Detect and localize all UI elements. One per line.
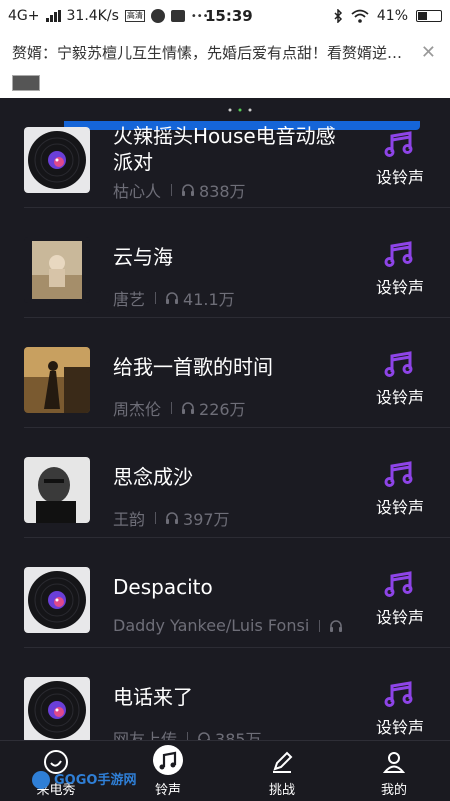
headphone-icon [165,291,179,305]
song-meta: 唐艺 41.1万 [113,286,235,310]
set-ringtone-button[interactable]: 设铃声 [370,460,430,520]
list-item[interactable]: 思念成沙 王韵 397万 设铃声 [0,428,450,538]
headphone-icon [165,511,179,525]
vinyl-cover-icon [24,677,90,740]
tab-label[interactable]: 我的 [338,779,450,798]
music-note-icon [384,351,413,377]
song-artist: 王韵 [113,510,146,529]
list-item[interactable]: 火辣摇头House电音动感派对 枯心人 838万 设铃声 [0,98,450,208]
album-cover [24,457,90,523]
pencil-icon [273,751,293,773]
watermark-text: GOGO手游网 [54,772,136,788]
set-ringtone-label[interactable]: 设铃声 [370,164,430,188]
tab-mine[interactable]: 我的 [338,741,450,801]
set-ringtone-button[interactable]: 设铃声 [370,240,430,300]
song-title[interactable]: 云与海 [113,244,353,270]
notification-text[interactable]: 赘婿：宁毅苏檀儿互生情愫，先婚后爱有点甜！看赘婿逆… [12,42,412,63]
bluetooth-icon [334,9,342,23]
message-icon [170,10,185,22]
list-item[interactable]: 云与海 唐艺 41.1万 设铃声 [0,208,450,318]
song-title[interactable]: 电话来了 [113,684,353,710]
close-icon[interactable]: ✕ [421,42,436,63]
play-count: 385万 [215,730,262,740]
song-title[interactable]: 火辣摇头House电音动感派对 [113,123,353,175]
set-ringtone-label[interactable]: 设铃声 [370,494,430,518]
song-title[interactable]: 思念成沙 [113,464,353,490]
user-icon [382,752,406,773]
music-note-icon [384,461,413,487]
song-meta: 网友上传 385万 [113,726,262,740]
set-ringtone-label[interactable]: 设铃声 [370,384,430,408]
list-item[interactable]: 电话来了 网友上传 385万 设铃声 [0,648,450,740]
headphone-icon [329,619,343,633]
hd-badge: 高清 [124,10,145,22]
song-artist: Daddy Yankee/Luis Fonsi [113,616,310,635]
wifi-icon [351,9,369,23]
status-bar: 4G+ 31.4K/s 高清 ••• 15:39 41% [0,0,450,32]
song-artist: 枯心人 [113,182,162,201]
set-ringtone-button[interactable]: 设铃声 [370,570,430,630]
clock: 15:39 [205,7,253,25]
watermark-logo: GOGO手游网 [32,771,136,789]
song-title[interactable]: 给我一首歌的时间 [113,354,353,380]
battery-icon [416,10,442,22]
signal-icon [45,10,61,22]
album-cover [24,237,90,303]
headphone-icon [197,731,211,740]
song-artist: 周杰伦 [113,400,162,419]
headphone-icon [181,183,195,197]
music-note-icon [159,751,177,770]
song-artist: 网友上传 [113,730,178,740]
network-type: 4G+ [8,8,40,24]
set-ringtone-label[interactable]: 设铃声 [370,604,430,628]
set-ringtone-label[interactable]: 设铃声 [370,274,430,298]
list-item[interactable]: 给我一首歌的时间 周杰伦 226万 设铃声 [0,318,450,428]
set-ringtone-button[interactable]: 设铃声 [370,350,430,410]
tab-challenge[interactable]: 挑战 [226,741,338,801]
set-ringtone-button[interactable]: 设铃声 [370,680,430,740]
list-item[interactable]: Despacito Daddy Yankee/Luis Fonsi 设铃声 [0,538,450,648]
song-meta: 王韵 397万 [113,506,230,530]
app-notification-icon [150,9,165,23]
play-count: 41.1万 [183,290,235,309]
notification-thumbnail [12,75,40,91]
album-cover [24,347,90,413]
network-speed: 31.4K/s [66,8,119,24]
song-list[interactable]: 火辣摇头House电音动感派对 枯心人 838万 设铃声 云与海 唐艺 41.1… [0,98,450,740]
headphone-icon [181,401,195,415]
music-note-icon [384,131,413,157]
tab-label[interactable]: 挑战 [226,779,338,798]
song-title[interactable]: Despacito [113,574,353,600]
music-note-icon [384,681,413,707]
play-count: 397万 [183,510,230,529]
set-ringtone-button[interactable]: 设铃声 [370,130,430,190]
play-count: 226万 [199,400,246,419]
song-meta: Daddy Yankee/Luis Fonsi [113,616,353,635]
music-note-icon [384,241,413,267]
notification-banner[interactable]: 赘婿：宁毅苏檀儿互生情愫，先婚后爱有点甜！看赘婿逆… ✕ [0,32,450,130]
set-ringtone-label[interactable]: 设铃声 [370,714,430,738]
vinyl-cover-icon [24,127,90,193]
music-note-icon [384,571,413,597]
battery-percent: 41% [376,8,408,24]
song-meta: 枯心人 838万 [113,178,246,202]
song-meta: 周杰伦 226万 [113,396,246,420]
play-count: 838万 [199,182,246,201]
song-artist: 唐艺 [113,290,146,309]
vinyl-cover-icon [24,567,90,633]
